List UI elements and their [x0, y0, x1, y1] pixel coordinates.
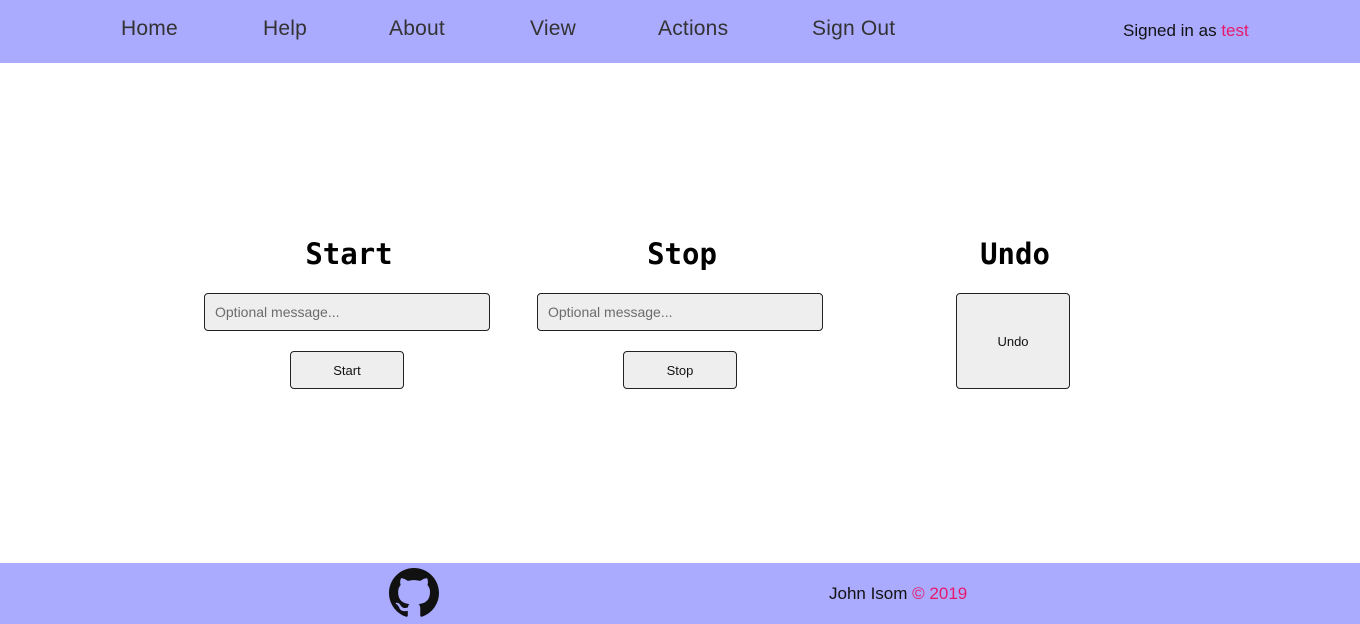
- footer-copyright: © 2019: [912, 584, 968, 603]
- signed-in-status: Signed in as test: [1123, 21, 1249, 41]
- github-icon[interactable]: [389, 568, 439, 618]
- start-section: Start Start: [204, 236, 494, 389]
- footer-bar: John Isom © 2019: [0, 563, 1360, 624]
- nav-help-link[interactable]: Help: [263, 17, 307, 41]
- undo-button[interactable]: Undo: [956, 293, 1070, 389]
- stop-button[interactable]: Stop: [623, 351, 737, 389]
- footer-credit: John Isom © 2019: [829, 584, 967, 604]
- nav-sign-out-link[interactable]: Sign Out: [812, 17, 895, 41]
- top-nav-bar: Home Help About View Actions Sign Out Si…: [0, 0, 1360, 63]
- nav-actions-link[interactable]: Actions: [658, 17, 728, 41]
- start-button[interactable]: Start: [290, 351, 404, 389]
- nav-about-link[interactable]: About: [389, 17, 445, 41]
- undo-section: Undo Undo: [870, 236, 1160, 389]
- stop-message-input[interactable]: [537, 293, 823, 331]
- signed-in-username: test: [1221, 21, 1249, 40]
- signed-in-prefix: Signed in as: [1123, 21, 1217, 40]
- stop-section: Stop Stop: [537, 236, 827, 389]
- undo-title: Undo: [980, 237, 1050, 271]
- footer-author: John Isom: [829, 584, 908, 603]
- start-title: Start: [305, 237, 393, 271]
- nav-home-link[interactable]: Home: [121, 17, 178, 41]
- start-message-input[interactable]: [204, 293, 490, 331]
- nav-view-link[interactable]: View: [530, 17, 576, 41]
- stop-title: Stop: [647, 237, 717, 271]
